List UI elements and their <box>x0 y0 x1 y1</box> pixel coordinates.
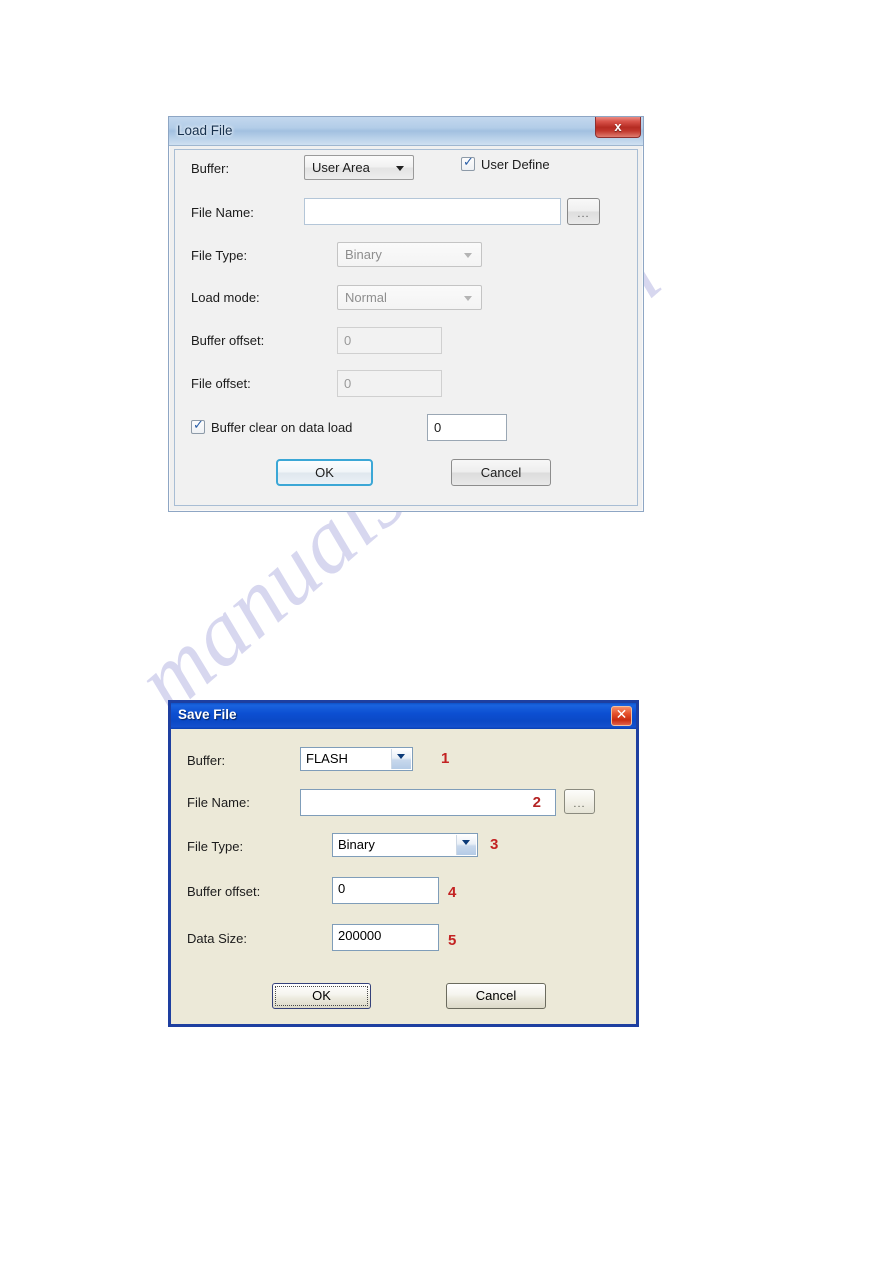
save-file-type-label: File Type: <box>187 839 244 854</box>
load-mode-label: Load mode: <box>191 290 260 305</box>
save-buffer-label: Buffer: <box>187 753 226 768</box>
checkmark-icon: ✓ <box>463 155 474 170</box>
load-browse-button[interactable]: ... <box>567 198 600 225</box>
load-file-offset-label: File offset: <box>191 376 251 391</box>
save-data-size-label: Data Size: <box>187 931 247 946</box>
buffer-clear-label: Buffer clear on data load <box>211 420 353 435</box>
save-file-name-input[interactable]: 2 <box>300 789 556 816</box>
user-define-checkbox[interactable]: ✓ <box>461 155 475 171</box>
annotation-1: 1 <box>441 750 450 767</box>
load-buffer-offset-value: 0 <box>344 333 352 348</box>
load-file-type-select[interactable]: Binary <box>337 242 482 267</box>
load-mode-select[interactable]: Normal <box>337 285 482 310</box>
close-icon[interactable]: ✕ <box>611 706 632 726</box>
load-buffer-label: Buffer: <box>191 161 230 176</box>
annotation-4: 4 <box>448 884 457 901</box>
chevron-down-icon <box>464 296 472 301</box>
buffer-clear-value: 0 <box>434 420 442 435</box>
focus-ring <box>275 986 368 1006</box>
save-ok-button[interactable]: OK <box>272 983 371 1009</box>
save-buffer-select[interactable]: FLASH <box>300 747 413 771</box>
load-buffer-offset-label: Buffer offset: <box>191 333 265 348</box>
load-file-name-label: File Name: <box>191 205 254 220</box>
load-dialog-title: Load File <box>177 123 233 138</box>
save-dialog-titlebar[interactable]: Save File ✕ <box>171 703 636 729</box>
chevron-down-icon[interactable] <box>391 749 411 769</box>
load-file-type-value: Binary <box>345 247 382 262</box>
load-cancel-button[interactable]: Cancel <box>451 459 551 486</box>
save-cancel-button[interactable]: Cancel <box>446 983 546 1009</box>
buffer-clear-checkbox[interactable]: ✓ <box>191 418 205 434</box>
load-file-offset-input[interactable]: 0 <box>337 370 442 397</box>
annotation-5: 5 <box>448 932 457 949</box>
load-file-dialog: Load File x Buffer: User Area ✓ User Def… <box>168 116 644 512</box>
save-data-size-input[interactable]: 200000 <box>332 924 439 951</box>
save-data-size-value: 200000 <box>338 928 382 943</box>
load-buffer-value: User Area <box>312 160 370 175</box>
buffer-clear-value-input[interactable]: 0 <box>427 414 507 441</box>
load-ok-button[interactable]: OK <box>276 459 373 486</box>
save-file-name-label: File Name: <box>187 795 250 810</box>
chevron-down-icon[interactable] <box>456 835 476 855</box>
load-buffer-select[interactable]: User Area <box>304 155 414 180</box>
load-file-offset-value: 0 <box>344 376 352 391</box>
annotation-3: 3 <box>490 836 499 853</box>
save-file-dialog: Save File ✕ Buffer: FLASH 1 File Name: 2… <box>168 700 639 1027</box>
chevron-down-icon <box>396 166 404 171</box>
load-file-name-input[interactable] <box>304 198 561 225</box>
save-file-type-value: Binary <box>338 837 375 852</box>
annotation-2: 2 <box>532 794 541 811</box>
close-icon[interactable]: x <box>595 117 641 138</box>
save-buffer-offset-input[interactable]: 0 <box>332 877 439 904</box>
load-buffer-offset-input[interactable]: 0 <box>337 327 442 354</box>
chevron-down-icon <box>464 253 472 258</box>
save-browse-button[interactable]: ... <box>564 789 595 814</box>
load-file-type-label: File Type: <box>191 248 248 263</box>
load-dialog-body: Buffer: User Area ✓ User Define File Nam… <box>174 149 638 506</box>
save-dialog-title: Save File <box>178 707 237 722</box>
save-dialog-body: Buffer: FLASH 1 File Name: 2 ... File Ty… <box>171 729 636 1024</box>
checkmark-icon: ✓ <box>193 418 204 433</box>
user-define-label: User Define <box>481 157 550 172</box>
load-dialog-titlebar[interactable]: Load File x <box>169 117 643 146</box>
save-buffer-offset-value: 0 <box>338 881 346 896</box>
save-buffer-value: FLASH <box>306 751 348 766</box>
save-file-type-select[interactable]: Binary <box>332 833 478 857</box>
save-buffer-offset-label: Buffer offset: <box>187 884 261 899</box>
load-mode-value: Normal <box>345 290 387 305</box>
